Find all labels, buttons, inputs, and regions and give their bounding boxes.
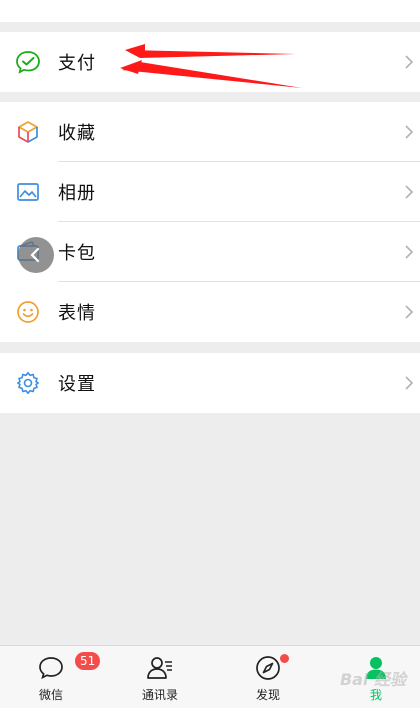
menu-item-label: 收藏	[58, 123, 96, 144]
menu-item-favorites[interactable]: 收藏	[0, 102, 420, 162]
menu-item-label: 设置	[58, 374, 96, 395]
tab-discover[interactable]: 发现	[233, 646, 303, 708]
tab-contacts[interactable]: 通讯录	[125, 646, 195, 708]
menu-item-label: 卡包	[58, 243, 96, 264]
annotation-arrow-bottom	[122, 62, 302, 88]
chevron-right-icon	[405, 245, 414, 259]
unread-badge: 51	[75, 652, 101, 670]
settings-group: 设置	[0, 353, 420, 413]
chevron-right-icon	[405, 185, 414, 199]
chat-icon	[39, 657, 63, 680]
chevron-right-icon	[405, 305, 414, 319]
gear-icon	[15, 370, 41, 396]
cube-icon	[15, 119, 41, 145]
tab-label: 发现	[255, 688, 280, 702]
chevron-right-icon	[405, 125, 414, 139]
contacts-icon	[147, 657, 172, 679]
image-icon	[15, 179, 41, 205]
annotation-arrowhead-bottom	[120, 60, 142, 74]
floating-assist-button[interactable]	[18, 237, 54, 273]
menu-item-cards[interactable]: 卡包	[0, 222, 420, 282]
tab-label: 微信	[38, 688, 63, 702]
compass-icon	[256, 656, 280, 680]
menu-item-stickers[interactable]: 表情	[0, 282, 420, 342]
smiley-icon	[15, 299, 41, 325]
features-group: 收藏 相册 卡包 表情	[0, 102, 420, 342]
tab-chats[interactable]: 51 微信	[16, 646, 101, 708]
new-content-dot	[280, 654, 289, 663]
chevron-right-icon	[405, 376, 414, 390]
menu-item-label: 相册	[58, 183, 96, 204]
menu-item-label: 表情	[58, 303, 96, 324]
annotation-arrow-top	[125, 50, 296, 58]
chevron-left-icon	[30, 247, 40, 263]
menu-item-settings[interactable]: 设置	[0, 353, 420, 413]
tab-label: 通讯录	[141, 688, 178, 702]
watermark: Bai 经验	[339, 670, 406, 689]
menu-item-album[interactable]: 相册	[0, 162, 420, 222]
